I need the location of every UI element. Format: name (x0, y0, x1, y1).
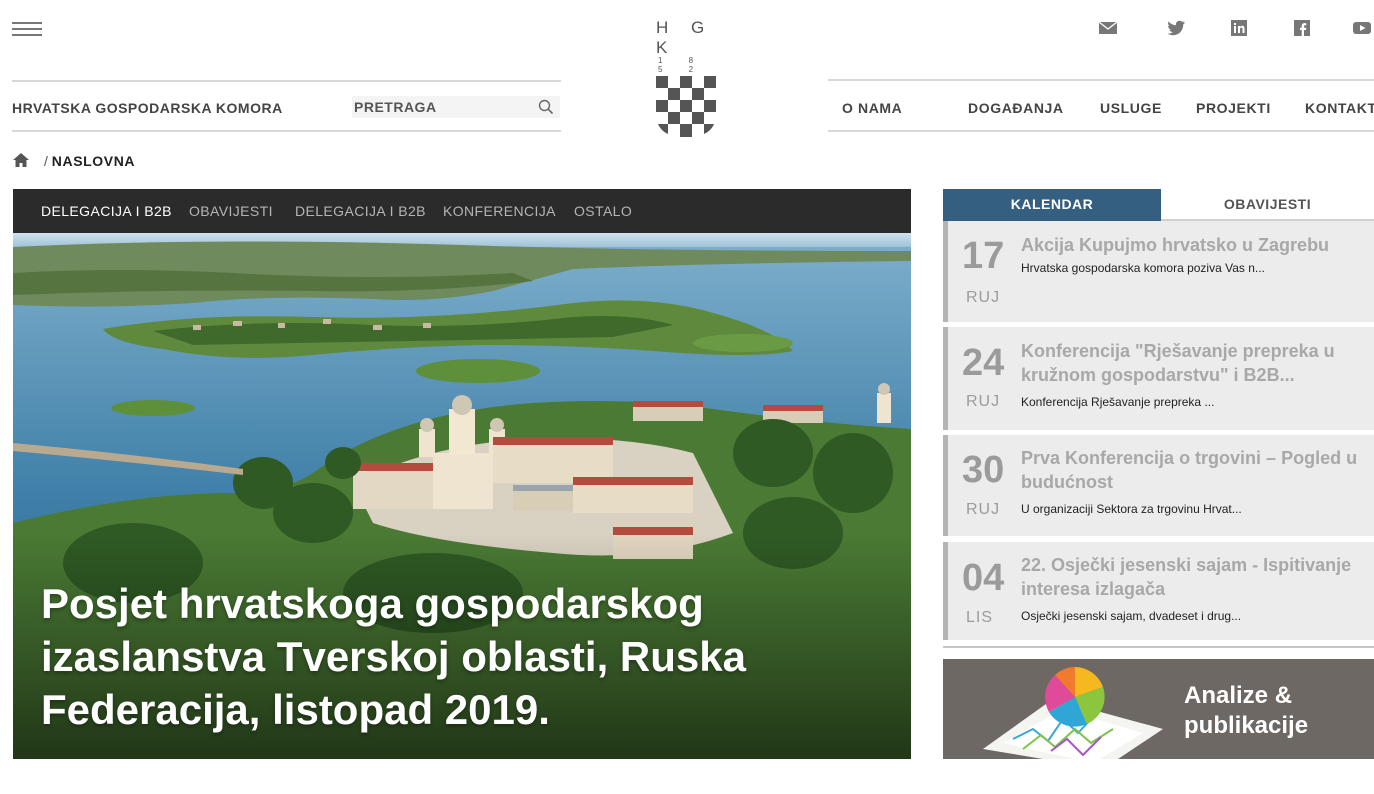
analize-publikacije-banner[interactable]: Analize & publikacije (943, 659, 1374, 759)
search-icon[interactable] (538, 99, 554, 115)
logo-letters: H G K (656, 18, 714, 57)
event-title: Prva Konferencija o trgovini – Pogled u … (1021, 448, 1358, 492)
nav-item-usluge[interactable]: USLUGE (1100, 100, 1162, 116)
event-month: RUJ (966, 289, 1001, 306)
event-summary: Konferencija Rješavanje prepreka ... (1021, 395, 1215, 409)
home-icon[interactable] (12, 152, 30, 168)
tab-obavijesti[interactable]: OBAVIJESTI (1161, 189, 1374, 221)
event-day: 04 (962, 557, 1005, 599)
hero-tab-obavijesti[interactable]: OBAVIJESTI (189, 203, 273, 219)
hamburger-menu-icon[interactable] (12, 22, 42, 36)
hero-tabs: DELEGACIJA I B2B OBAVIJESTI DELEGACIJA I… (13, 189, 911, 233)
twitter-icon[interactable] (1166, 18, 1186, 38)
hero-title[interactable]: Posjet hrvatskoga gospodarskog izaslanst… (41, 577, 821, 736)
calendar-event[interactable]: 04 LIS 22. Osječki jesenski sajam - Ispi… (943, 542, 1374, 640)
analize-line1: Analize & (1184, 682, 1293, 709)
breadcrumb-separator: / (44, 153, 48, 169)
youtube-icon[interactable] (1352, 18, 1372, 38)
event-day: 24 (962, 342, 1005, 384)
event-summary: Hrvatska gospodarska komora poziva Vas n… (1021, 261, 1265, 275)
event-summary: Osječki jesenski sajam, dvadeset i drug.… (1021, 609, 1242, 623)
analize-publikacije-text: Analize & publikacije (1184, 681, 1308, 741)
breadcrumb-current: NASLOVNA (51, 153, 136, 169)
breadcrumb: / NASLOVNA (44, 153, 135, 169)
search-box[interactable] (352, 96, 560, 118)
mail-icon[interactable] (1098, 18, 1118, 38)
event-day: 30 (962, 449, 1005, 491)
facebook-icon[interactable] (1292, 18, 1312, 38)
hero-slider[interactable]: DELEGACIJA I B2B OBAVIJESTI DELEGACIJA I… (13, 189, 911, 759)
org-name-link[interactable]: HRVATSKA GOSPODARSKA KOMORA (12, 100, 283, 116)
event-title: Akcija Kupujmo hrvatsko u Zagrebu (1021, 235, 1330, 255)
event-day: 17 (962, 235, 1005, 277)
nav-item-kontakt[interactable]: KONTAKT (1305, 100, 1374, 116)
hero-tab-konferencija[interactable]: KONFERENCIJA (443, 203, 556, 219)
nav-item-o-nama[interactable]: O NAMA (842, 100, 902, 116)
logo-year: 1 8 5 2 (658, 56, 706, 74)
event-title: 22. Osječki jesenski sajam - Ispitivanje… (1021, 555, 1352, 599)
search-input[interactable] (352, 96, 534, 118)
calendar-event[interactable]: 17 RUJ Akcija Kupujmo hrvatsko u Zagrebu… (943, 221, 1374, 322)
event-month: RUJ (966, 501, 1001, 518)
tab-kalendar[interactable]: KALENDAR (943, 189, 1161, 221)
event-summary: U organizaciji Sektora za trgovinu Hrvat… (1021, 502, 1242, 516)
calendar-event[interactable]: 30 RUJ Prva Konferencija o trgovini – Po… (943, 435, 1374, 536)
sidebar-tabs: KALENDAR OBAVIJESTI (943, 189, 1374, 221)
event-month: LIS (966, 609, 994, 626)
checkerboard-emblem-icon (656, 76, 716, 138)
hero-tab-delegacija-b2b-2[interactable]: DELEGACIJA I B2B (295, 203, 426, 219)
nav-item-projekti[interactable]: PROJEKTI (1196, 100, 1271, 116)
event-title: Konferencija "Rješavanje prepreka u kruž… (1021, 341, 1335, 385)
hgk-logo[interactable]: H G K 1 8 5 2 (654, 18, 718, 138)
linkedin-icon[interactable] (1229, 18, 1249, 38)
event-month: RUJ (966, 393, 1001, 410)
nav-item-dogadanja[interactable]: DOGAĐANJA (968, 100, 1064, 116)
hero-tab-delegacija-b2b[interactable]: DELEGACIJA I B2B (41, 203, 172, 219)
calendar-event[interactable]: 24 RUJ Konferencija "Rješavanje prepreka… (943, 327, 1374, 430)
charts-illustration-icon (983, 667, 1163, 759)
hero-tab-ostalo[interactable]: OSTALO (574, 203, 632, 219)
analize-line2: publikacije (1184, 712, 1309, 739)
